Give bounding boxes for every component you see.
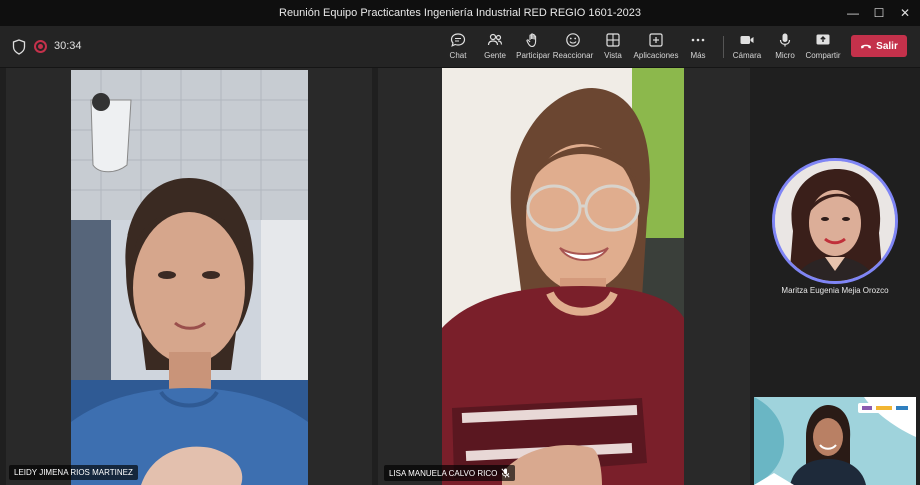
raise-hand-button[interactable]: Participar	[516, 32, 550, 64]
self-view-image	[754, 397, 916, 485]
apps-button[interactable]: Aplicaciones	[634, 32, 678, 64]
participant-name-1: LEIDY JIMENA RIOS MARTINEZ	[14, 468, 133, 477]
video-stage: LEIDY JIMENA RIOS MARTINEZ LISA MANUELA …	[0, 68, 920, 485]
grid-icon	[606, 33, 620, 47]
add-app-icon	[649, 33, 663, 47]
camera-button[interactable]: Cámara	[733, 32, 761, 64]
participant-video-1	[71, 70, 308, 485]
title-bar: Reunión Equipo Practicantes Ingeniería I…	[0, 0, 920, 26]
hand-icon	[526, 33, 537, 48]
close-button[interactable]: ✕	[890, 0, 920, 26]
participant-name-2: LISA MANUELA CALVO RICO	[389, 468, 498, 478]
participant-video-image-2	[442, 68, 684, 485]
people-label: Gente	[484, 51, 506, 60]
participant-video-image-1	[71, 70, 308, 485]
camera-icon	[740, 36, 754, 44]
participant-avatar-3[interactable]	[772, 158, 898, 284]
raise-hand-label: Participar	[516, 51, 550, 60]
participant-photo-3	[775, 161, 895, 281]
participant-name-tag-2: LISA MANUELA CALVO RICO	[384, 465, 516, 481]
share-label: Compartir	[805, 51, 841, 60]
participant-name-3: Maritza Eugenia Mejia Orozco	[781, 286, 889, 295]
smiley-icon	[566, 33, 580, 47]
mic-button[interactable]: Micro	[774, 32, 796, 64]
react-label: Reaccionar	[552, 51, 594, 60]
shield-icon[interactable]	[12, 39, 26, 55]
view-label: Vista	[604, 51, 622, 60]
people-button[interactable]: Gente	[482, 32, 508, 64]
participant-video-2	[442, 68, 684, 485]
teams-meeting-window: Reunión Equipo Practicantes Ingeniería I…	[0, 0, 920, 485]
more-label: Más	[690, 51, 706, 60]
mic-muted-icon	[501, 468, 510, 478]
mic-label: Micro	[775, 51, 795, 60]
more-button[interactable]: Más	[688, 32, 708, 64]
microphone-icon	[779, 33, 791, 47]
hang-up-icon	[861, 44, 872, 49]
toolbar-divider	[723, 36, 724, 58]
share-button[interactable]: Compartir	[805, 32, 841, 64]
leave-button[interactable]: Salir	[851, 35, 907, 57]
self-view-video[interactable]	[754, 397, 916, 485]
chat-button[interactable]: Chat	[446, 32, 470, 64]
view-button[interactable]: Vista	[601, 32, 625, 64]
participant-name-tag-1: LEIDY JIMENA RIOS MARTINEZ	[9, 465, 138, 480]
camera-label: Cámara	[732, 51, 762, 60]
meeting-timer: 30:34	[54, 40, 82, 52]
meeting-toolbar: 30:34 Chat Gente Participar Reaccionar V…	[0, 26, 920, 68]
apps-label: Aplicaciones	[633, 51, 679, 60]
recording-icon	[34, 40, 47, 53]
react-button[interactable]: Reaccionar	[552, 32, 594, 64]
more-icon	[691, 38, 705, 42]
chat-label: Chat	[449, 51, 467, 60]
share-screen-icon	[816, 34, 830, 45]
people-icon	[487, 33, 503, 46]
chat-icon	[450, 33, 466, 47]
leave-label: Salir	[876, 40, 898, 52]
window-title: Reunión Equipo Practicantes Ingeniería I…	[279, 7, 641, 19]
